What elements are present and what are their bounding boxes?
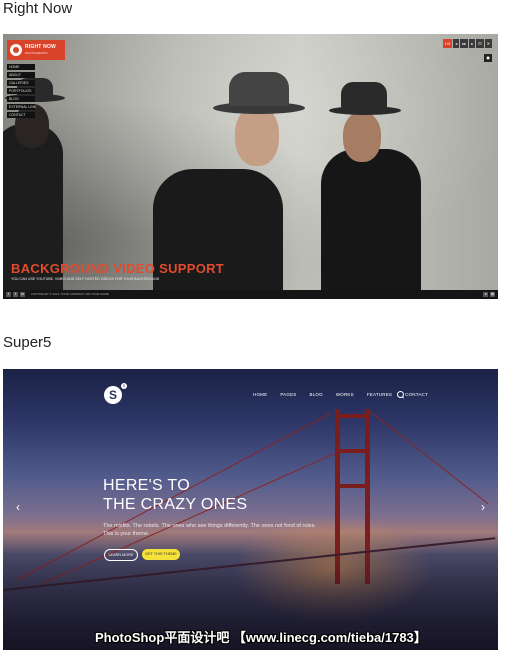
bridge-tower-crossbar-1 bbox=[335, 414, 370, 418]
hero-headline-line1: HERE'S TO bbox=[103, 477, 190, 494]
nav-item-works[interactable]: WORKS bbox=[336, 392, 354, 397]
nav-item-contact[interactable]: CONTACT bbox=[405, 392, 428, 397]
nav-item-portfolios[interactable]: PORTFOLIOS bbox=[7, 88, 35, 94]
hero-subline: YOU CAN USE YOUTUBE, VIMEO AND SELF HOST… bbox=[11, 277, 160, 281]
person-right-head bbox=[343, 112, 381, 162]
nav-item-galleries[interactable]: GALLERIES bbox=[7, 80, 35, 86]
slide-counter: 1/3 bbox=[442, 39, 453, 48]
search-icon[interactable] bbox=[397, 391, 404, 398]
nav-item-home[interactable]: HOME bbox=[7, 64, 35, 70]
hero-headline: HERE'S TO THE CRAZY ONES bbox=[103, 476, 247, 514]
super5-logo[interactable]: S bbox=[104, 386, 122, 404]
hat-center-crown bbox=[229, 72, 289, 106]
volume-icon[interactable]: ◂ bbox=[483, 292, 488, 297]
get-theme-button[interactable]: GET THIS THEME bbox=[142, 549, 180, 560]
right-now-footer: f t in COPYRIGHT © 2014 YOUR COMPANY OR … bbox=[3, 290, 498, 299]
slider-prev-arrow[interactable]: ‹ bbox=[16, 500, 20, 514]
hero-headline: BACKGROUND VIDEO SUPPORT bbox=[11, 261, 225, 276]
super5-logo-badge: 5 bbox=[121, 383, 127, 389]
toggle-icon[interactable]: ◼ bbox=[484, 54, 492, 62]
right-now-screenshot: RIGHT NOW PHOTOGRAPHY HOME ABOUT GALLERI… bbox=[3, 34, 498, 299]
close-icon[interactable]: ✕ bbox=[484, 39, 492, 48]
right-now-logo[interactable]: RIGHT NOW PHOTOGRAPHY bbox=[7, 40, 65, 60]
menu-icon[interactable]: ▤ bbox=[490, 292, 495, 297]
facebook-icon[interactable]: f bbox=[6, 292, 11, 297]
bridge-tower-crossbar-2 bbox=[335, 449, 370, 453]
person-center bbox=[153, 169, 283, 299]
brand-name: RIGHT NOW bbox=[25, 44, 56, 50]
nav-item-external-link[interactable]: EXTERNAL LINK bbox=[7, 104, 36, 110]
person-right bbox=[321, 149, 421, 299]
slider-next-arrow[interactable]: › bbox=[481, 500, 485, 514]
section-title-super5: Super5 bbox=[3, 334, 52, 351]
nav-item-about[interactable]: ABOUT bbox=[7, 72, 35, 78]
hero-body: The misfits. The rebels. The ones who se… bbox=[103, 523, 316, 537]
right-now-nav: HOME ABOUT GALLERIES PORTFOLIOS BLOG EXT… bbox=[7, 64, 36, 120]
brand-tagline: PHOTOGRAPHY bbox=[25, 51, 49, 55]
prev-icon[interactable]: ◂ bbox=[453, 39, 460, 48]
hat-right-crown bbox=[341, 82, 387, 108]
next-icon[interactable]: ▸ bbox=[469, 39, 476, 48]
nav-item-features[interactable]: FEATURES bbox=[367, 392, 392, 397]
hero-headline-line2: THE CRAZY ONES bbox=[103, 496, 248, 513]
learn-more-button[interactable]: LEARN MORE bbox=[104, 549, 138, 561]
nav-item-home[interactable]: HOME bbox=[253, 392, 267, 397]
fullscreen-icon[interactable]: ⊡ bbox=[476, 39, 484, 48]
section-title-right-now: Right Now bbox=[3, 0, 73, 17]
bridge-tower-crossbar-3 bbox=[335, 484, 370, 488]
linkedin-icon[interactable]: in bbox=[20, 292, 25, 297]
nav-item-pages[interactable]: PAGES bbox=[280, 392, 296, 397]
watermark-text: PhotoShop平面设计吧 【www.linecg.com/tieba/178… bbox=[95, 630, 427, 645]
bridge-cable-right bbox=[369, 411, 489, 505]
person-center-head bbox=[235, 106, 279, 166]
slider-controls: 1/3 ◂ ▸▸ ▸ ⊡ ✕ bbox=[442, 39, 492, 48]
nav-item-contact[interactable]: CONTACT bbox=[7, 112, 35, 118]
copyright-text: COPYRIGHT © 2014 YOUR COMPANY OR YOUR NA… bbox=[31, 292, 109, 296]
twitter-icon[interactable]: t bbox=[13, 292, 18, 297]
logo-icon bbox=[10, 44, 22, 56]
nav-item-blog[interactable]: BLOG bbox=[310, 392, 323, 397]
super5-screenshot: S 5 HOME PAGES BLOG WORKS FEATURES CONTA… bbox=[3, 369, 498, 650]
pause-icon[interactable]: ▸▸ bbox=[460, 39, 469, 48]
nav-item-blog[interactable]: BLOG bbox=[7, 96, 35, 102]
